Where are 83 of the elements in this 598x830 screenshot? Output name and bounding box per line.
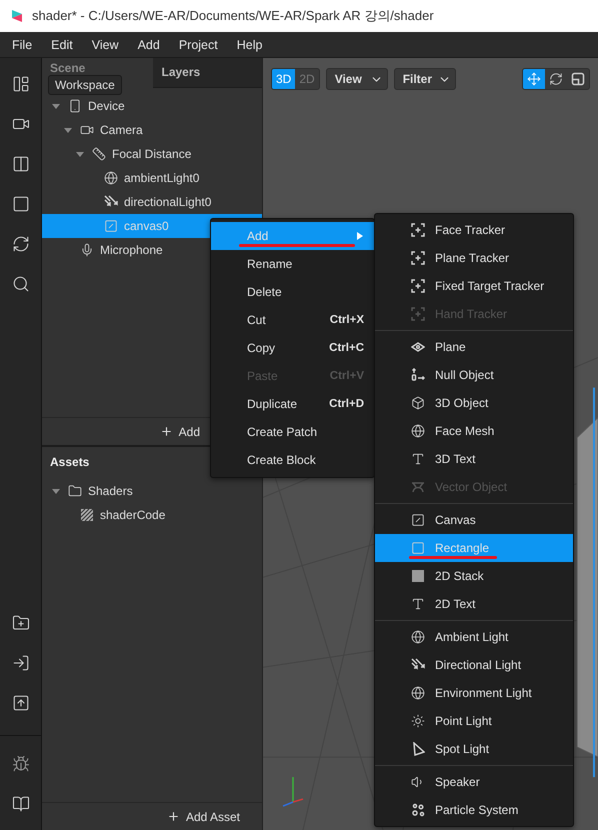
move-tool-button[interactable]	[523, 69, 545, 89]
dropdown-button[interactable]: Filter	[394, 68, 456, 90]
canvas-icon	[104, 219, 118, 233]
menu-option[interactable]: Fixed Target Tracker	[375, 272, 573, 300]
menu-option[interactable]: 3D Text	[375, 445, 573, 473]
canvas-icon	[411, 513, 425, 527]
ruler-icon	[92, 147, 106, 161]
window-title: shader* - C:/Users/WE-AR/Documents/WE-AR/Spark AR 강의/shader	[32, 7, 434, 25]
plus-icon	[166, 810, 180, 823]
menu-option[interactable]: Speaker	[375, 768, 573, 796]
menu-option[interactable]: Duplicate Ctrl+D	[211, 390, 374, 418]
particles-icon	[411, 803, 425, 817]
phone-icon	[68, 99, 82, 113]
globe-icon	[411, 424, 425, 438]
assets-title: Assets	[50, 455, 90, 469]
menu-option[interactable]: 2D Stack	[375, 562, 573, 590]
menu-option[interactable]: Canvas	[375, 506, 573, 534]
menu-option[interactable]: Delete	[211, 278, 374, 306]
tree-item[interactable]: Camera	[42, 118, 262, 142]
plane-icon	[411, 340, 425, 354]
menu-item[interactable]: Edit	[39, 38, 80, 52]
menu-option[interactable]: 2D Text	[375, 590, 573, 618]
scale-icon	[571, 72, 585, 86]
menu-option[interactable]: Cut Ctrl+X	[211, 306, 374, 334]
menu-item[interactable]: View	[80, 38, 126, 52]
tree-item[interactable]: ambientLight0	[42, 166, 262, 190]
globe-icon	[104, 171, 118, 185]
tree-item[interactable]: directionalLight0	[42, 190, 262, 214]
tracker-icon	[411, 251, 425, 265]
app-logo-icon	[10, 8, 24, 24]
menu-option[interactable]: 3D Object	[375, 389, 573, 417]
add-button[interactable]: Add	[156, 422, 204, 440]
globe-icon	[411, 686, 425, 700]
cube-icon	[411, 396, 425, 410]
menu-option[interactable]: Null Object	[375, 361, 573, 389]
camera-icon	[80, 123, 94, 137]
tooltip: Workspace	[48, 75, 122, 95]
folder-icon	[68, 484, 82, 498]
tree-item[interactable]: shaderCode	[42, 503, 262, 527]
menu-option[interactable]: Ambient Light	[375, 623, 573, 651]
plus-icon	[160, 425, 173, 438]
spotlight-icon	[411, 742, 425, 756]
sun-icon	[411, 714, 425, 728]
tracker-icon	[411, 279, 425, 293]
menu-option[interactable]: Create Block	[211, 446, 374, 474]
text-icon	[411, 597, 425, 611]
menu-option[interactable]: Particle System	[375, 796, 573, 824]
globe-icon	[411, 630, 425, 644]
menu-item[interactable]: Help	[224, 38, 270, 52]
tree-item[interactable]: Device	[42, 94, 262, 118]
menu-option[interactable]: Environment Light	[375, 679, 573, 707]
dropdown-button[interactable]: View	[326, 68, 388, 90]
add-asset-button[interactable]: Add Asset	[162, 808, 244, 826]
menu-option[interactable]: Face Tracker	[375, 216, 573, 244]
menu-option[interactable]: Create Patch	[211, 418, 374, 446]
menu-item[interactable]: File	[0, 38, 40, 52]
menu-item[interactable]: Add	[126, 38, 167, 52]
shader-icon	[80, 508, 94, 522]
rotate-icon	[549, 72, 563, 86]
menu-option[interactable]: Plane	[375, 333, 573, 361]
arrows-icon	[104, 195, 118, 209]
tree-item[interactable]: Shaders	[42, 479, 262, 503]
tracker-icon	[411, 307, 425, 321]
tracker-icon	[411, 223, 425, 237]
menu-option[interactable]: Copy Ctrl+C	[211, 334, 374, 362]
microphone-icon	[80, 243, 94, 257]
vector-icon	[411, 480, 425, 494]
null-object-icon	[411, 368, 425, 382]
menu-option[interactable]: Directional Light	[375, 651, 573, 679]
menu-option[interactable]: Face Mesh	[375, 417, 573, 445]
panel-tab[interactable]: Layers	[153, 58, 262, 88]
menu-option[interactable]: Point Light	[375, 707, 573, 735]
menu-item[interactable]: Project	[166, 38, 225, 52]
axis-gizmo-icon	[282, 777, 304, 807]
menu-option[interactable]: Rename	[211, 250, 374, 278]
stack-icon	[411, 569, 425, 583]
menu-option[interactable]: Spot Light	[375, 735, 573, 763]
menu-option[interactable]: Plane Tracker	[375, 244, 573, 272]
arrows-icon	[411, 658, 425, 672]
tree-item[interactable]: Focal Distance	[42, 142, 262, 166]
rectangle-icon	[411, 541, 425, 555]
move-icon	[527, 72, 541, 86]
text-icon	[411, 452, 425, 466]
